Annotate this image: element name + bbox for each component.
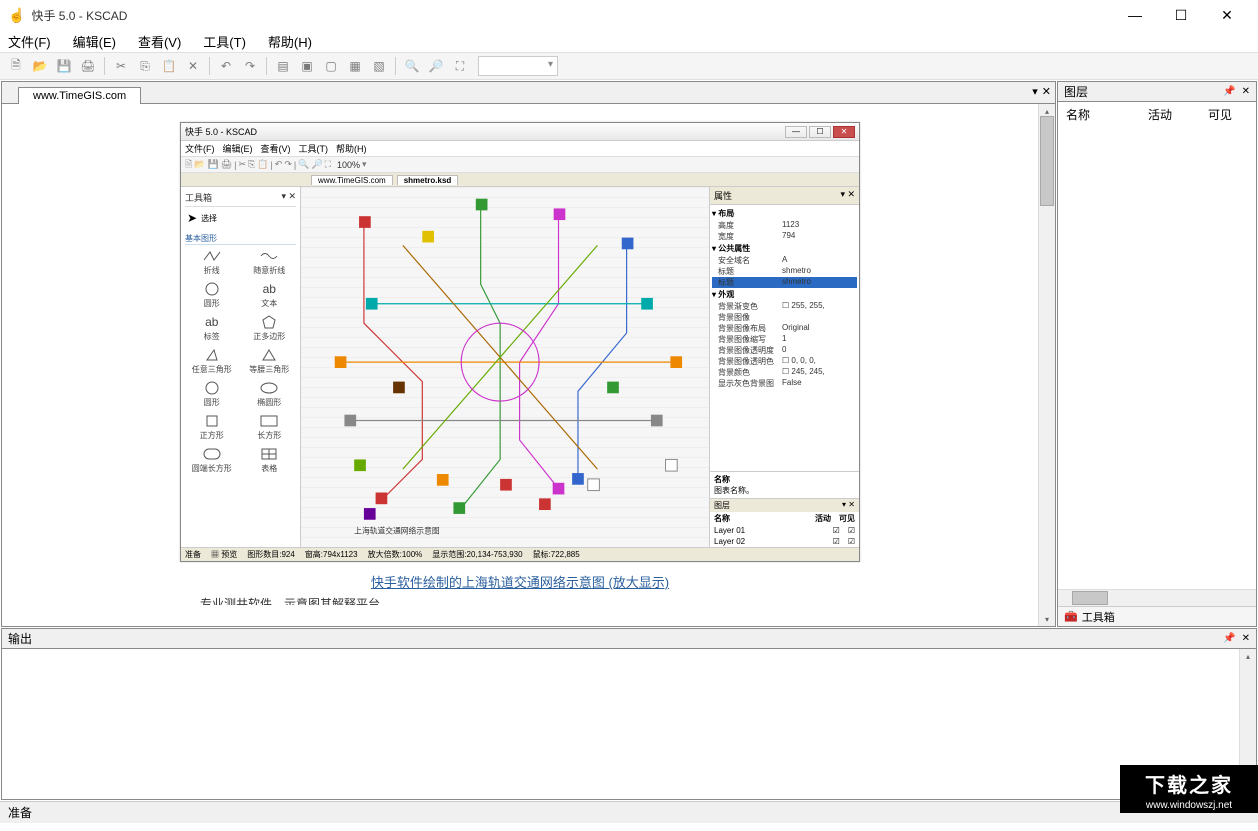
inner-tab-1: www.TimeGIS.com xyxy=(311,175,393,185)
redo-icon[interactable]: ↷ xyxy=(240,56,260,76)
layers-panel-title: 图层 xyxy=(1064,83,1088,100)
align-icon[interactable]: ▤ xyxy=(273,56,293,76)
separator xyxy=(104,57,105,75)
separator xyxy=(266,57,267,75)
toolbox-icon[interactable]: 🧰 xyxy=(1064,610,1078,623)
close-button[interactable]: ✕ xyxy=(1204,0,1250,30)
inner-menu-help: 帮助(H) xyxy=(336,142,367,155)
ungroup-icon[interactable]: ▢ xyxy=(321,56,341,76)
inner-menu-tool: 工具(T) xyxy=(299,142,329,155)
inner-min-icon: — xyxy=(785,126,807,138)
delete-icon[interactable]: ✕ xyxy=(183,56,203,76)
zoom-out-icon[interactable]: 🔎 xyxy=(426,56,446,76)
output-close-icon[interactable]: ✕ xyxy=(1242,633,1250,644)
window-buttons: — ☐ ✕ xyxy=(1112,0,1250,30)
output-panel: 输出 📌 ✕ ▴ ▾ xyxy=(1,628,1257,800)
separator xyxy=(395,57,396,75)
col-active: 活动 xyxy=(1148,106,1208,123)
maximize-button[interactable]: ☐ xyxy=(1158,0,1204,30)
undo-icon[interactable]: ↶ xyxy=(216,56,236,76)
watermark: 下载之家 www.windowszj.net xyxy=(1120,765,1258,813)
inner-max-icon: ☐ xyxy=(809,126,831,138)
right-panel-footer: 🧰 工具箱 xyxy=(1058,606,1256,626)
inner-close-icon: ✕ xyxy=(833,126,855,138)
inner-canvas: 上海轨道交通网络示意图 xyxy=(301,187,709,547)
caption-link[interactable]: 快手软件绘制的上海轨道交通网络示意图 (放大显示) xyxy=(180,562,860,595)
output-pin-icon[interactable]: 📌 xyxy=(1223,633,1235,644)
new-icon[interactable]: 🗎 xyxy=(6,56,26,76)
layers-hscrollbar[interactable] xyxy=(1058,589,1256,606)
paste-icon[interactable]: 📋 xyxy=(159,56,179,76)
document-tab[interactable]: www.TimeGIS.com xyxy=(18,87,141,104)
open-icon[interactable]: 📂 xyxy=(30,56,50,76)
col-name: 名称 xyxy=(1066,106,1148,123)
pin-icon[interactable]: 📌 xyxy=(1223,86,1235,97)
toolbox-tab[interactable]: 工具箱 xyxy=(1082,609,1115,625)
app-hand-icon: ☝ xyxy=(8,7,25,24)
inner-menu-file: 文件(F) xyxy=(185,142,215,155)
document-content: 快手 5.0 - KSCAD —☐✕ 文件(F) 编辑(E) 查看(V) 工具(… xyxy=(2,104,1055,626)
front-icon[interactable]: ▦ xyxy=(345,56,365,76)
tab-close-icon[interactable]: ✕ xyxy=(1042,85,1051,98)
cut-icon[interactable]: ✂ xyxy=(111,56,131,76)
zoom-fit-icon[interactable]: ⛶ xyxy=(450,56,470,76)
output-title: 输出 xyxy=(8,630,32,647)
inner-properties: 属性▾ ✕ ▾ 布局 高度1123 宽度794 ▾ 公共属性 安全域名A 标题s… xyxy=(709,187,859,547)
menu-tool[interactable]: 工具(T) xyxy=(199,30,250,53)
print-icon[interactable]: 🖨 xyxy=(78,56,98,76)
inner-tab-2: shmetro.ksd xyxy=(397,175,459,185)
inner-toolbox: 工具箱▾ ✕ ➤选择 基本图形 折线 随意折线 圆形 ab文本 ab标签 正多边… xyxy=(181,187,301,547)
vertical-scrollbar[interactable]: ▴ ▾ xyxy=(1038,104,1055,626)
titlebar: ☝ 快手 5.0 - KSCAD — ☐ ✕ xyxy=(0,0,1258,30)
back-icon[interactable]: ▧ xyxy=(369,56,389,76)
inner-menu-edit: 编辑(E) xyxy=(223,142,253,155)
document-tabs: www.TimeGIS.com ▾ ✕ xyxy=(2,82,1055,104)
layers-columns: 名称 活动 可见 xyxy=(1058,102,1256,127)
statusbar: 准备 xyxy=(0,801,1258,823)
truncated-text: 专业测井软件，示意图其解释平台 xyxy=(180,595,860,605)
separator xyxy=(209,57,210,75)
inner-title: 快手 5.0 - KSCAD xyxy=(185,125,257,138)
minimize-button[interactable]: — xyxy=(1112,0,1158,30)
tab-dropdown-icon[interactable]: ▾ xyxy=(1032,85,1038,98)
status-text: 准备 xyxy=(8,804,32,821)
inner-zoom: 100% xyxy=(337,160,360,170)
embedded-screenshot: 快手 5.0 - KSCAD —☐✕ 文件(F) 编辑(E) 查看(V) 工具(… xyxy=(180,122,860,562)
menu-file[interactable]: 文件(F) xyxy=(4,30,55,53)
document-area: www.TimeGIS.com ▾ ✕ 快手 5.0 - KSCAD —☐✕ 文… xyxy=(1,81,1056,627)
inner-menu-view: 查看(V) xyxy=(261,142,291,155)
col-visible: 可见 xyxy=(1208,106,1248,123)
group-icon[interactable]: ▣ xyxy=(297,56,317,76)
zoom-in-icon[interactable]: 🔍 xyxy=(402,56,422,76)
layers-panel: 图层 📌 ✕ 名称 活动 可见 🧰 工具箱 xyxy=(1057,81,1257,627)
toolbar: 🗎 📂 💾 🖨 ✂ ⎘ 📋 ✕ ↶ ↷ ▤ ▣ ▢ ▦ ▧ 🔍 🔎 ⛶ xyxy=(0,52,1258,80)
layers-list xyxy=(1058,127,1256,589)
copy-icon[interactable]: ⎘ xyxy=(135,56,155,76)
menu-help[interactable]: 帮助(H) xyxy=(264,30,316,53)
menu-view[interactable]: 查看(V) xyxy=(134,30,185,53)
panel-close-icon[interactable]: ✕ xyxy=(1242,86,1250,97)
menu-edit[interactable]: 编辑(E) xyxy=(69,30,120,53)
app-title: 快手 5.0 - KSCAD xyxy=(31,7,1112,24)
svg-text:上海轨道交通网络示意图: 上海轨道交通网络示意图 xyxy=(354,525,440,535)
save-icon[interactable]: 💾 xyxy=(54,56,74,76)
menubar: 文件(F) 编辑(E) 查看(V) 工具(T) 帮助(H) xyxy=(0,30,1258,52)
output-content: ▴ ▾ xyxy=(2,649,1256,799)
zoom-combo[interactable] xyxy=(478,56,558,76)
